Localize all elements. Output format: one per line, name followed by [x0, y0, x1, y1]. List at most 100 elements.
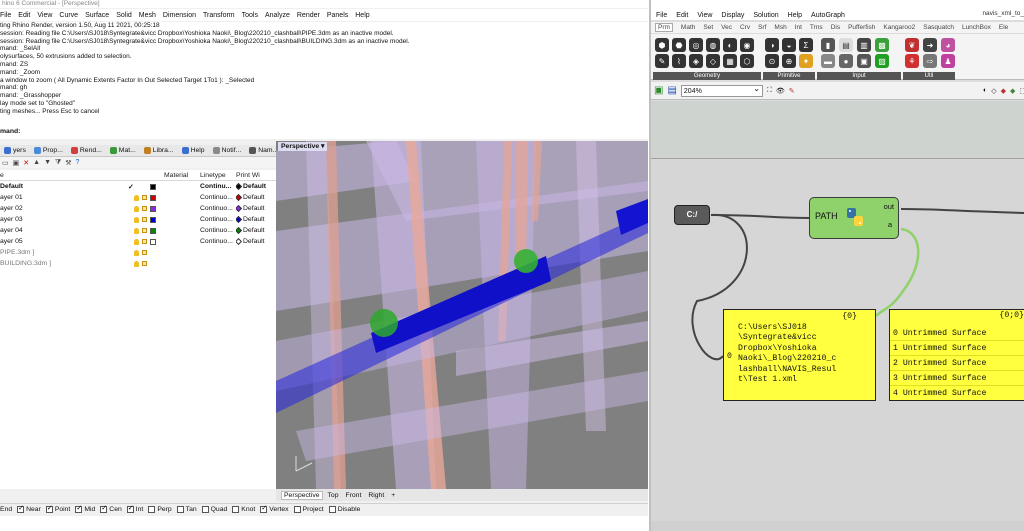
menu-item-help[interactable]: Help	[355, 12, 369, 19]
lock-icon[interactable]	[142, 250, 147, 255]
viewport-tab-perspective[interactable]: Perspective	[281, 490, 323, 500]
menu-item-panels[interactable]: Panels	[327, 12, 348, 19]
osnap-checkbox[interactable]	[148, 506, 156, 513]
util-icon-5[interactable]: ⇨	[923, 54, 937, 68]
lock-icon[interactable]	[142, 239, 147, 244]
menu-item-solid[interactable]: Solid	[116, 12, 132, 19]
lock-icon[interactable]	[142, 195, 147, 200]
prim-icon-5[interactable]: ⊕	[782, 54, 796, 68]
menu-item-analyze[interactable]: Analyze	[265, 12, 290, 19]
layer-print-width[interactable]: Default	[236, 205, 276, 212]
menu-item-transform[interactable]: Transform	[203, 12, 235, 19]
osnap-mid[interactable]: Mid	[75, 504, 95, 513]
layer-color-swatch[interactable]	[150, 238, 156, 245]
layer-color-swatch[interactable]	[150, 227, 156, 234]
column-name[interactable]: e	[0, 172, 128, 179]
panel-tab[interactable]: Notif...	[209, 145, 246, 157]
linked-model-name[interactable]: BUILDING.3dm ]	[0, 260, 128, 267]
column-print-width[interactable]: Print Wi	[236, 172, 276, 179]
menu-item-dimension[interactable]: Dimension	[163, 12, 196, 19]
visibility-bulb-icon[interactable]	[134, 194, 139, 201]
panel-tab[interactable]: Prop...	[30, 145, 67, 157]
gh-tab-dis[interactable]: Dis	[831, 24, 840, 31]
osnap-int[interactable]: Int	[126, 504, 143, 513]
prim-icon-2[interactable]: ◒	[782, 38, 796, 52]
layer-color-swatch[interactable]	[150, 183, 156, 190]
osnap-disable[interactable]: Disable	[328, 506, 360, 513]
param-icon-2[interactable]: ⬣	[672, 38, 686, 52]
surface-panel[interactable]: {0;0} 0 Untrimmed Surface 1 Untrimmed Sur…	[889, 309, 1024, 401]
preview-mesh-icon[interactable]: ⬚	[1019, 87, 1024, 95]
linked-model-row[interactable]: PIPE.3dm ]	[0, 247, 276, 258]
layer-name[interactable]: ayer 04	[0, 227, 128, 234]
param-icon-1[interactable]: ⬢	[655, 38, 669, 52]
sketch-icon[interactable]: ✎	[789, 87, 795, 95]
move-up-icon[interactable]: ▲	[33, 159, 40, 166]
layer-name[interactable]: ayer 01	[0, 194, 128, 201]
python-path-component[interactable]: PATH out a	[809, 197, 899, 239]
open-file-icon[interactable]: ▣	[654, 85, 663, 96]
move-down-icon[interactable]: ▼	[44, 159, 51, 166]
linked-model-name[interactable]: PIPE.3dm ]	[0, 249, 128, 256]
gh-tab-ele[interactable]: Ele	[999, 24, 1008, 31]
gh-tab-vec[interactable]: Vec	[721, 24, 732, 31]
tools-icon[interactable]: ⚒	[65, 159, 71, 167]
osnap-perp[interactable]: Perp	[148, 506, 172, 513]
menu-item-mesh[interactable]: Mesh	[139, 12, 156, 19]
param-icon-7[interactable]: ✎	[655, 54, 669, 68]
viewport-label[interactable]: Perspective ▾	[278, 142, 328, 151]
menu-item-surface[interactable]: Surface	[85, 12, 109, 19]
gh-tab-kangaroo2[interactable]: Kangaroo2	[883, 24, 915, 31]
zoom-extents-icon[interactable]: ⛶	[767, 87, 772, 95]
util-icon-3[interactable]: ◕	[941, 38, 955, 52]
osnap-checkbox[interactable]	[100, 504, 108, 513]
gh-tab-msh[interactable]: Msh	[774, 24, 786, 31]
layer-row[interactable]: ayer 05 Continuo... Default	[0, 236, 276, 247]
viewport-tab-top[interactable]: Top	[326, 492, 341, 499]
osnap-checkbox[interactable]	[17, 504, 25, 513]
menu-item-tools[interactable]: Tools	[242, 12, 258, 19]
viewport-tab-right[interactable]: Right	[366, 492, 386, 499]
input-icon-7[interactable]: ▣	[857, 54, 871, 68]
menu-item-file[interactable]: File	[0, 12, 11, 19]
param-icon-10[interactable]: ◇	[706, 54, 720, 68]
prim-icon-4[interactable]: ⊙	[765, 54, 779, 68]
layer-name[interactable]: ayer 02	[0, 205, 128, 212]
zoom-field[interactable]: 204%	[680, 83, 763, 97]
column-material[interactable]: Material	[164, 172, 200, 179]
input-icon-4[interactable]: ▩	[875, 38, 889, 52]
visibility-bulb-icon[interactable]	[134, 216, 139, 223]
gh-tab-set[interactable]: Set	[703, 24, 713, 31]
preview-shaded-icon[interactable]: ◆	[1001, 87, 1006, 95]
visibility-bulb-icon[interactable]	[134, 205, 139, 212]
param-icon-6[interactable]: ◉	[740, 38, 754, 52]
viewport-tab-front[interactable]: Front	[343, 492, 363, 499]
filter-icon[interactable]: ⧩	[55, 159, 61, 167]
util-icon-4[interactable]: ⚘	[905, 54, 919, 68]
gh-canvas[interactable]: C:/ PATH out a {0} 0 C:\Users\SJ018 \Syn…	[651, 101, 1024, 531]
layer-name[interactable]: ayer 03	[0, 216, 128, 223]
preview-off-icon[interactable]: ◐	[983, 87, 987, 94]
layer-linetype[interactable]: Continuo...	[200, 205, 236, 212]
layer-print-width[interactable]: Default	[236, 227, 276, 234]
layer-linetype[interactable]: Continuo...	[200, 227, 236, 234]
visibility-bulb-icon[interactable]	[134, 227, 139, 234]
osnap-checkbox[interactable]	[260, 504, 268, 513]
layer-linetype[interactable]: Continuo...	[200, 216, 236, 223]
gh-menu-help[interactable]: Help	[788, 12, 802, 19]
visibility-bulb-icon[interactable]	[134, 249, 139, 256]
gh-tab-lunchbox[interactable]: LunchBox	[962, 24, 991, 31]
util-icon-2[interactable]: ➜	[923, 38, 937, 52]
layer-color-swatch[interactable]	[150, 205, 156, 212]
util-icon-1[interactable]: ❦	[905, 38, 919, 52]
prim-icon-6[interactable]: ✦	[799, 54, 813, 68]
prim-icon-1[interactable]: ◑	[765, 38, 779, 52]
layer-print-width[interactable]: Default	[236, 194, 276, 201]
osnap-checkbox[interactable]	[176, 506, 184, 513]
gh-menu-autograph[interactable]: AutoGraph	[811, 12, 845, 19]
gh-menu-edit[interactable]: Edit	[676, 12, 688, 19]
input-icon-5[interactable]: ▬	[821, 54, 835, 68]
column-linetype[interactable]: Linetype	[200, 172, 236, 179]
gh-tab-srf[interactable]: Srf	[758, 24, 766, 31]
osnap-vertex[interactable]: Vertex	[260, 504, 289, 513]
